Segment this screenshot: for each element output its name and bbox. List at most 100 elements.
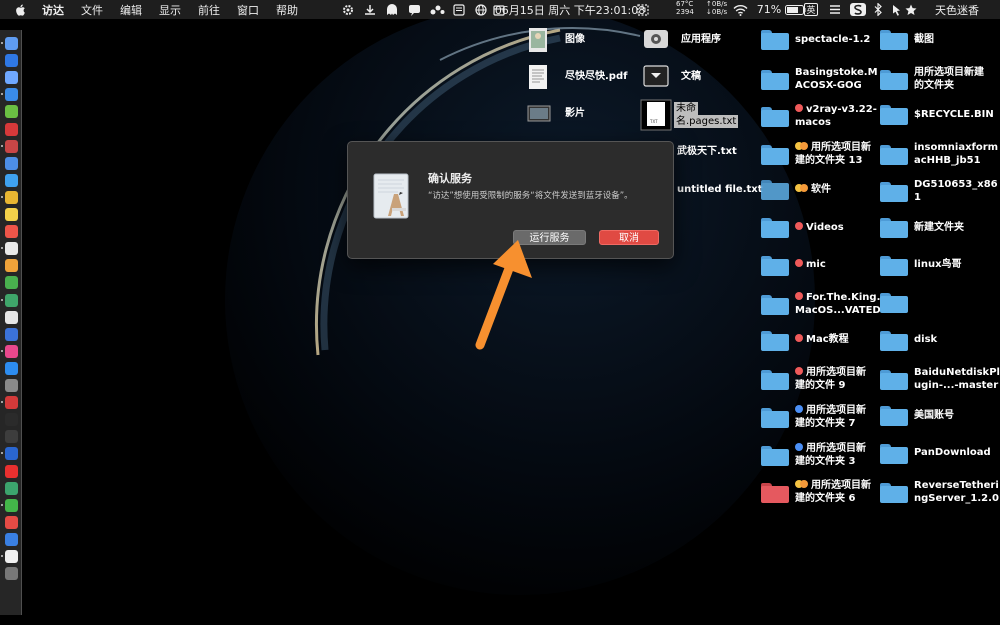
dock-netease-icon[interactable] bbox=[5, 515, 18, 529]
dock-terminal-icon[interactable] bbox=[5, 413, 18, 427]
color-tag-r bbox=[795, 104, 803, 113]
list-icon[interactable] bbox=[828, 3, 842, 16]
dock-running-indicator bbox=[1, 195, 3, 198]
dock-keynote-icon[interactable] bbox=[5, 327, 18, 341]
pointer-icon[interactable] bbox=[890, 3, 902, 16]
dock-running-indicator bbox=[1, 247, 3, 250]
desktop-item-applications[interactable]: 应用程序 bbox=[643, 27, 721, 51]
ghost-icon[interactable] bbox=[385, 3, 399, 16]
color-tag-r bbox=[795, 292, 803, 301]
desktop-folder[interactable]: mic bbox=[761, 254, 826, 276]
menu-help[interactable]: 帮助 bbox=[276, 2, 298, 18]
dock-running-indicator bbox=[1, 93, 3, 96]
dock-app-store-icon[interactable] bbox=[5, 361, 18, 375]
menu-window[interactable]: 窗口 bbox=[237, 2, 259, 18]
dock-qr-icon[interactable] bbox=[5, 481, 18, 495]
desktop-folder[interactable]: disk bbox=[880, 329, 937, 351]
dock-photos-icon[interactable] bbox=[5, 259, 18, 273]
dots-icon[interactable] bbox=[429, 3, 445, 16]
desktop-item-movies[interactable]: 影片 bbox=[527, 101, 585, 125]
dock-preferences-icon[interactable] bbox=[5, 379, 18, 392]
dialog-title: 确认服务 bbox=[428, 172, 472, 185]
dock-vivaldi-icon[interactable] bbox=[5, 396, 18, 410]
dock-appstore-blue-icon[interactable] bbox=[5, 532, 18, 546]
desktop-item-pdf[interactable]: 尽快尽快.pdf bbox=[527, 64, 627, 89]
desktop-folder[interactable]: 用所选项目新 建的文件 9 bbox=[761, 366, 866, 392]
desktop-folder[interactable]: Videos bbox=[761, 216, 844, 238]
dock-activity-icon[interactable] bbox=[5, 430, 18, 444]
dock-wechat-icon[interactable] bbox=[5, 498, 18, 512]
dock-facetime-icon[interactable] bbox=[5, 276, 18, 290]
bluetooth-icon[interactable] bbox=[872, 3, 884, 16]
desktop-folder[interactable]: 美国账号 bbox=[880, 404, 954, 426]
globe-icon[interactable] bbox=[474, 3, 488, 16]
desktop-folder[interactable]: v2ray-v3.22- macos bbox=[761, 103, 877, 129]
desktop-folder[interactable]: For.The.King. MacOS...VATED bbox=[761, 291, 881, 317]
star-icon[interactable] bbox=[904, 3, 918, 16]
cancel-button[interactable]: 取消 bbox=[599, 230, 659, 245]
dock-netease-music-icon[interactable] bbox=[5, 122, 18, 136]
dock-file-icon[interactable] bbox=[5, 242, 18, 256]
menu-file[interactable]: 文件 bbox=[81, 2, 103, 18]
dock-bear-icon[interactable] bbox=[5, 139, 18, 153]
desktop-folder[interactable]: $RECYCLE.BIN bbox=[880, 103, 994, 126]
dock-vpn-icon[interactable] bbox=[5, 447, 18, 461]
dock-finder-icon[interactable] bbox=[5, 37, 18, 50]
battery-percent[interactable]: 71% bbox=[756, 3, 782, 16]
desktop-item-documents[interactable]: 文稿 bbox=[643, 64, 701, 88]
dock-android-icon[interactable] bbox=[5, 105, 18, 119]
dock-yandex-icon[interactable] bbox=[5, 464, 18, 478]
wifi-icon[interactable] bbox=[732, 3, 748, 16]
dock-calendar-icon[interactable] bbox=[5, 225, 18, 239]
gear-icon[interactable] bbox=[341, 3, 355, 16]
menu-edit[interactable]: 编辑 bbox=[120, 2, 142, 18]
dock-notes-pad-icon[interactable] bbox=[5, 310, 18, 324]
desktop-folder[interactable]: Basingstoke.M ACOSX-GOG bbox=[761, 66, 878, 92]
dock-trash-icon[interactable] bbox=[5, 567, 18, 581]
dock-wechat-web-icon[interactable] bbox=[5, 293, 18, 307]
desktop-folder[interactable]: 新建文件夹 bbox=[880, 216, 964, 238]
desktop-folder[interactable]: spectacle-1.2 bbox=[761, 28, 870, 50]
dock-safari-icon[interactable] bbox=[5, 88, 18, 102]
menu-view[interactable]: 显示 bbox=[159, 2, 181, 18]
chat-icon[interactable] bbox=[407, 3, 421, 16]
apple-icon[interactable] bbox=[14, 3, 28, 17]
dock-notes-icon[interactable] bbox=[5, 208, 18, 221]
app-menu-finder[interactable]: 访达 bbox=[42, 2, 64, 18]
folder-icon bbox=[761, 254, 789, 276]
desktop-folder[interactable]: 软件 bbox=[761, 178, 831, 201]
screenshot-icon[interactable] bbox=[636, 3, 650, 16]
desktop-folder[interactable]: linux鸟哥 bbox=[880, 254, 962, 276]
dock-file2-icon[interactable] bbox=[5, 550, 18, 563]
desktop-folder[interactable]: insomniaxform acHHB_jb51 bbox=[880, 141, 998, 167]
battery-icon[interactable] bbox=[784, 3, 806, 16]
dock-qq-browser-icon[interactable] bbox=[5, 173, 18, 187]
desktop-item-images[interactable]: 图像 bbox=[527, 27, 585, 52]
desktop-folder[interactable] bbox=[880, 291, 914, 314]
input-method[interactable]: 英 bbox=[804, 3, 818, 16]
dock-mail-icon[interactable] bbox=[5, 156, 18, 170]
desktop-folder[interactable]: 用所选项目新 建的文件夹 13 bbox=[761, 141, 871, 167]
desktop-folder[interactable]: 用所选项目新 建的文件夹 7 bbox=[761, 404, 866, 430]
menu-go[interactable]: 前往 bbox=[198, 2, 220, 18]
user-name[interactable]: 天色迷香 bbox=[922, 3, 992, 17]
notification-icon[interactable] bbox=[452, 3, 466, 16]
desktop-folder[interactable]: BaiduNetdiskPl ugin-...-master bbox=[880, 366, 1000, 392]
desktop-folder[interactable]: 用所选项目新 建的文件夹 6 bbox=[761, 479, 871, 505]
desktop-folder[interactable]: 用所选项目新 建的文件夹 3 bbox=[761, 442, 866, 468]
desktop-folder[interactable]: DG510653_x86 1 bbox=[880, 178, 998, 204]
desktop-folder[interactable]: Mac教程 bbox=[761, 329, 849, 351]
download-icon[interactable] bbox=[363, 3, 377, 16]
desktop-folder[interactable]: PanDownload bbox=[880, 442, 991, 464]
s-app-icon[interactable] bbox=[850, 3, 866, 16]
desktop-folder[interactable]: ReverseTetheri ngServer_1.2.0 bbox=[880, 479, 999, 505]
desktop-folder[interactable]: 用所选项目新建 的文件夹 bbox=[880, 66, 984, 92]
dock-siri-icon[interactable] bbox=[5, 54, 18, 68]
dock-launchpad-icon[interactable] bbox=[5, 71, 18, 85]
desktop-item-untitled-pages[interactable]: TXT 未命 名.pages.txt bbox=[640, 99, 739, 131]
desktop-folder[interactable]: 截图 bbox=[880, 28, 934, 50]
clock[interactable]: 06月15日 周六 下午23:01:08 bbox=[495, 3, 645, 17]
dock-itunes-icon[interactable] bbox=[5, 344, 18, 358]
cpu-stats[interactable]: 67°C 2394 bbox=[676, 0, 700, 19]
dock-chrome-icon[interactable] bbox=[5, 190, 18, 204]
